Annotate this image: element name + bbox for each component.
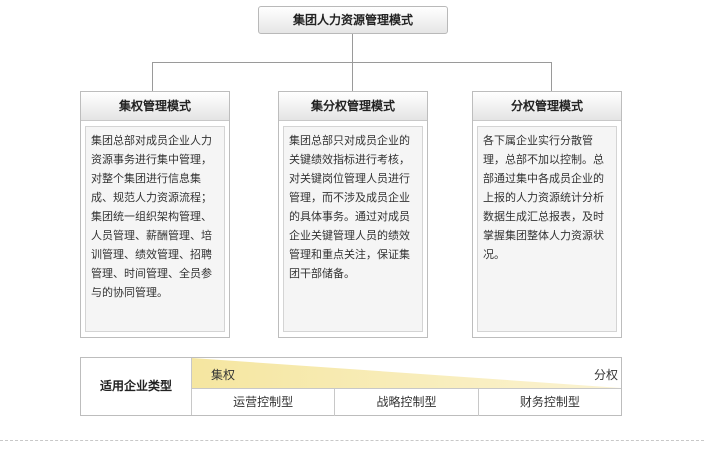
card-title: 集分权管理模式: [279, 92, 427, 121]
card-hybrid: 集分权管理模式 集团总部只对成员企业的关键绩效指标进行考核，对关键岗位管理人员进…: [278, 91, 428, 338]
card-decentralized: 分权管理模式 各下属企业实行分散管理，总部不加以控制。总部通过集中各成员企业的上…: [472, 91, 622, 338]
type-operational: 运营控制型: [233, 395, 294, 409]
card-description: 集团总部对成员企业人力资源事务进行集中管理，对整个集团进行信息集成、规范人力资源…: [85, 126, 225, 332]
connector-trunk: [352, 34, 353, 62]
centralization-gradient: [192, 358, 621, 388]
connector-middle: [352, 62, 353, 92]
applicable-enterprise-scale: 适用企业类型 集权 分权 运营控制型 战略控制型 财务控制型: [80, 357, 622, 416]
scale-label: 适用企业类型: [81, 358, 192, 415]
type-strategic: 战略控制型: [334, 389, 477, 416]
card-title: 集权管理模式: [81, 92, 229, 121]
card-centralized: 集权管理模式 集团总部对成员企业人力资源事务进行集中管理，对整个集团进行信息集成…: [80, 91, 230, 338]
root-node: 集团人力资源管理模式: [258, 6, 448, 34]
type-row: 运营控制型 战略控制型 财务控制型: [192, 388, 621, 416]
card-title: 分权管理模式: [473, 92, 621, 121]
card-description: 各下属企业实行分散管理，总部不加以控制。总部通过集中各成员企业的上报的人力资源统…: [477, 126, 617, 332]
connector-left: [152, 62, 153, 92]
scale-right-label: 分权: [594, 368, 619, 382]
connector-right: [551, 62, 552, 92]
scale-left-label: 集权: [211, 368, 236, 382]
card-description: 集团总部只对成员企业的关键绩效指标进行考核，对关键岗位管理人员进行管理，而不涉及…: [283, 126, 423, 332]
type-financial: 财务控制型: [477, 389, 621, 416]
dashed-divider: [0, 440, 704, 441]
